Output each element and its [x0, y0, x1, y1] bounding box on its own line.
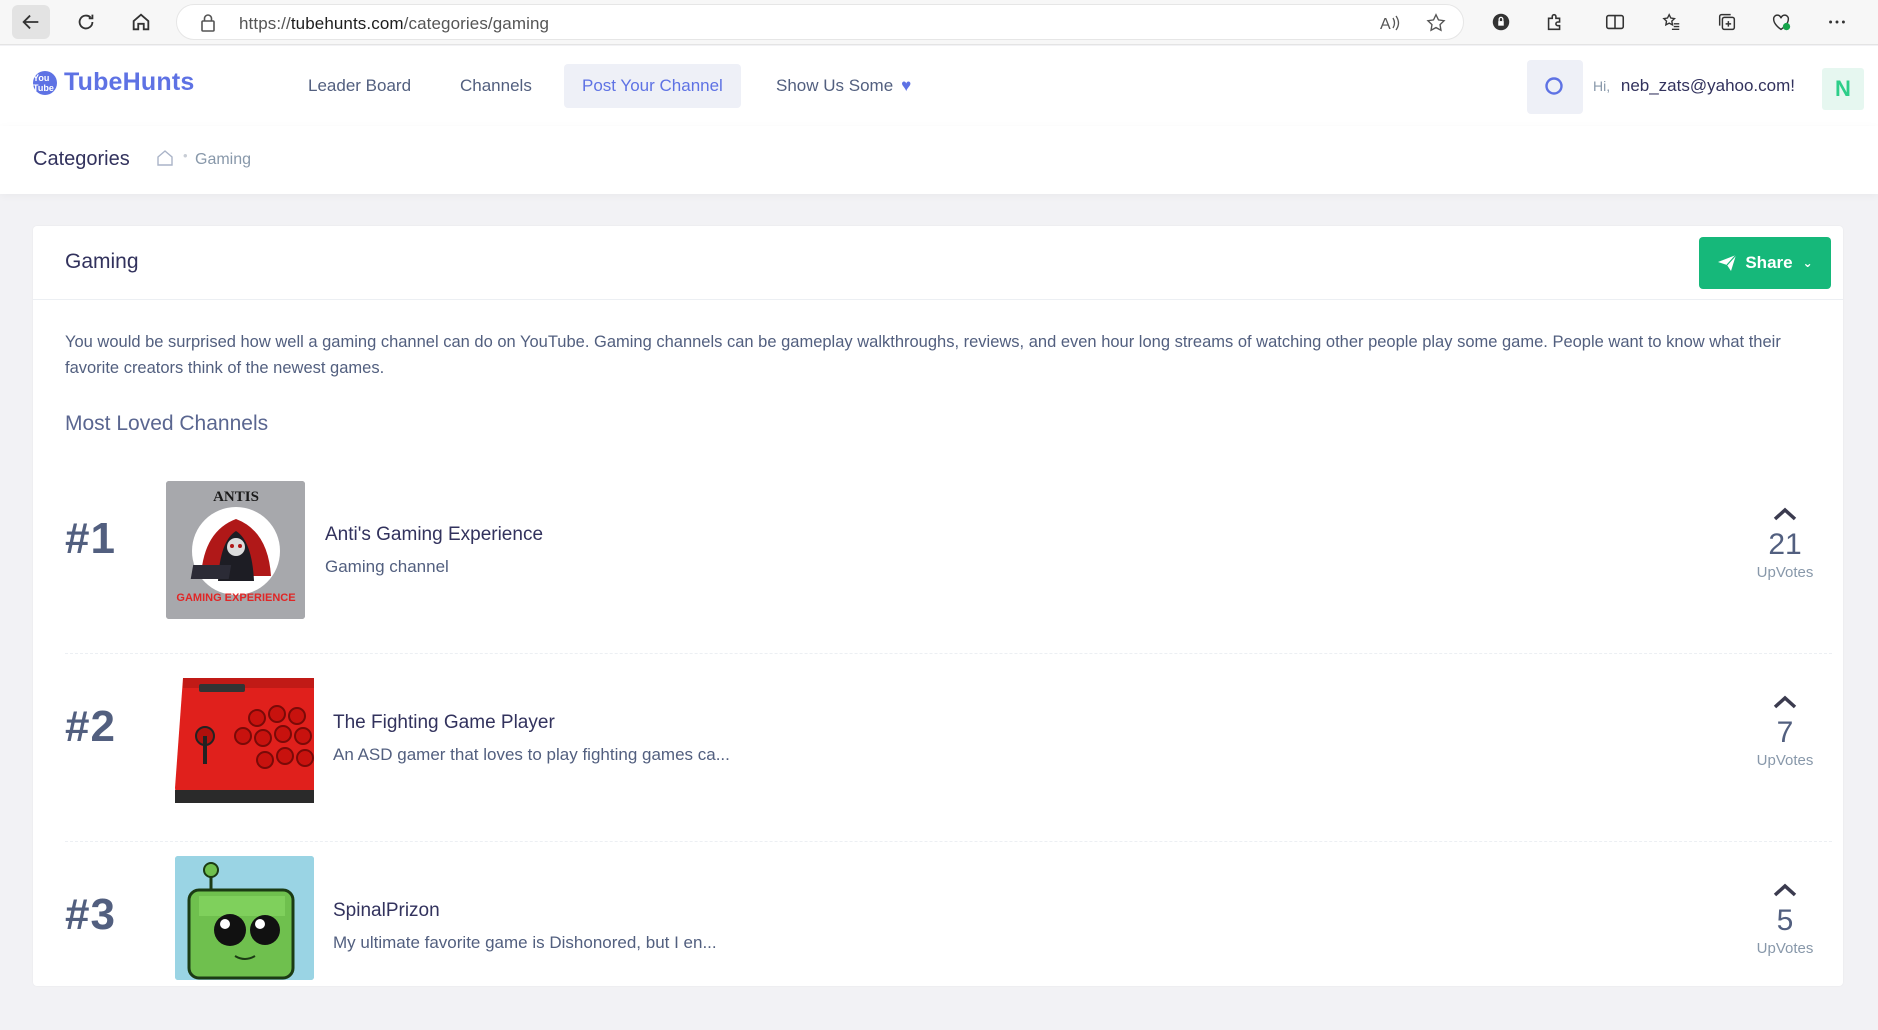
home-icon — [132, 13, 150, 31]
upvote-count: 7 — [1776, 716, 1794, 749]
lock-circle-icon — [1492, 13, 1510, 31]
page-title: Categories — [33, 148, 130, 170]
share-button[interactable]: Share ⌄ — [1699, 237, 1831, 289]
read-aloud-icon[interactable]: A — [1379, 13, 1401, 33]
user-greeting[interactable]: Hi, neb_zats@yahoo.com! — [1593, 76, 1795, 96]
more-dots-icon — [1829, 20, 1845, 24]
site-logo[interactable]: You Tube TubeHunts — [33, 68, 195, 97]
rank-label: #2 — [65, 702, 116, 751]
nav-post-your-channel[interactable]: Post Your Channel — [564, 64, 741, 108]
extensions-button[interactable] — [1536, 5, 1574, 39]
avatar[interactable]: N — [1822, 68, 1864, 110]
youtube-logo-icon: You Tube — [33, 70, 57, 95]
search-button[interactable] — [1527, 60, 1583, 114]
list-item[interactable]: #2 The Fighting Game Player An ASD gamer… — [65, 654, 1832, 842]
channel-thumbnail[interactable] — [175, 668, 314, 806]
share-label: Share — [1745, 253, 1793, 272]
paper-plane-icon — [1718, 254, 1737, 271]
channel-logo-image — [175, 668, 314, 806]
browser-toolbar: https://tubehunts.com/categories/gaming … — [0, 0, 1878, 45]
upvote-count: 21 — [1768, 528, 1802, 561]
channel-name[interactable]: The Fighting Game Player — [333, 712, 555, 734]
heart-pulse-icon — [1772, 14, 1791, 31]
browser-essentials-button[interactable] — [1762, 5, 1800, 39]
list-item[interactable]: #3 SpinalPrizon My ultimate favorite gam… — [65, 842, 1832, 1030]
rank-label: #1 — [65, 514, 116, 563]
nav-show-us-some-label: Show Us Some — [776, 76, 894, 95]
greeting-prefix: Hi, — [1593, 78, 1611, 94]
svg-text:GAMING EXPERIENCE: GAMING EXPERIENCE — [176, 592, 295, 604]
channel-thumbnail[interactable]: ANTIS GAMING EXPERIENCE — [166, 481, 305, 619]
breadcrumb: Categories • Gaming — [0, 126, 1878, 194]
refresh-icon — [78, 14, 94, 30]
channel-thumbnail[interactable] — [175, 856, 314, 980]
favorites-list-icon — [1662, 13, 1680, 31]
channel-subtitle: My ultimate favorite game is Dishonored,… — [333, 933, 717, 952]
channel-logo-image: ANTIS GAMING EXPERIENCE — [166, 481, 305, 619]
collections-button[interactable] — [1708, 5, 1746, 39]
upvotes-label: UpVotes — [1756, 752, 1814, 769]
lock-icon — [201, 14, 215, 32]
upvote-widget: 21 UpVotes — [1740, 506, 1830, 581]
upvote-count: 5 — [1776, 904, 1794, 937]
upvotes-label: UpVotes — [1756, 564, 1814, 581]
collections-icon — [1718, 13, 1736, 31]
rank-label: #3 — [65, 890, 116, 939]
more-menu-button[interactable] — [1818, 5, 1856, 39]
heart-icon: ♥ — [901, 76, 912, 95]
card-title: Gaming — [65, 250, 139, 273]
puzzle-icon — [1547, 13, 1561, 31]
favorites-button[interactable] — [1652, 5, 1690, 39]
upvote-arrow-icon[interactable] — [1772, 506, 1798, 522]
search-icon — [1545, 77, 1563, 95]
favorite-star-icon[interactable] — [1425, 12, 1447, 34]
chevron-down-icon: ⌄ — [1802, 256, 1813, 270]
back-button[interactable] — [12, 5, 50, 39]
breadcrumb-separator: • — [183, 148, 188, 163]
arrow-left-icon — [22, 14, 39, 30]
card-header: Gaming Share ⌄ — [33, 226, 1843, 300]
list-item[interactable]: #1 ANTIS GAMING EXPERIENCE Anti's Gaming… — [65, 466, 1832, 654]
extension-button[interactable] — [1482, 5, 1520, 39]
upvote-widget: 7 UpVotes — [1740, 694, 1830, 769]
home-icon[interactable] — [156, 149, 174, 167]
home-button[interactable] — [122, 5, 160, 39]
upvote-arrow-icon[interactable] — [1772, 694, 1798, 710]
split-screen-button[interactable] — [1596, 5, 1634, 39]
channel-name[interactable]: Anti's Gaming Experience — [325, 524, 543, 546]
upvote-widget: 5 UpVotes — [1740, 882, 1830, 957]
upvote-arrow-icon[interactable] — [1772, 882, 1798, 898]
nav-show-us-some[interactable]: Show Us Some ♥ — [758, 64, 929, 108]
upvotes-label: UpVotes — [1756, 940, 1814, 957]
url-text: https://tubehunts.com/categories/gaming — [239, 14, 550, 33]
refresh-button[interactable] — [67, 5, 105, 39]
svg-text:A: A — [1380, 16, 1391, 33]
site-header: You Tube TubeHunts Leader Board Channels… — [0, 46, 1878, 126]
svg-text:ANTIS: ANTIS — [213, 489, 259, 505]
logo-text: TubeHunts — [64, 68, 195, 96]
address-bar[interactable]: https://tubehunts.com/categories/gaming … — [176, 4, 1464, 40]
channel-subtitle: An ASD gamer that loves to play fighting… — [333, 745, 730, 764]
category-card: Gaming Share ⌄ You would be surprised ho… — [33, 226, 1843, 986]
nav-channels[interactable]: Channels — [442, 64, 550, 108]
breadcrumb-current: Gaming — [195, 151, 252, 168]
channel-logo-image — [175, 856, 314, 980]
split-screen-icon — [1605, 14, 1625, 30]
category-description: You would be surprised how well a gaming… — [65, 333, 1781, 377]
nav-leader-board[interactable]: Leader Board — [290, 64, 429, 108]
channel-name[interactable]: SpinalPrizon — [333, 900, 440, 922]
channel-subtitle: Gaming channel — [325, 557, 449, 576]
section-title: Most Loved Channels — [65, 412, 269, 435]
user-email: neb_zats@yahoo.com! — [1620, 76, 1795, 95]
